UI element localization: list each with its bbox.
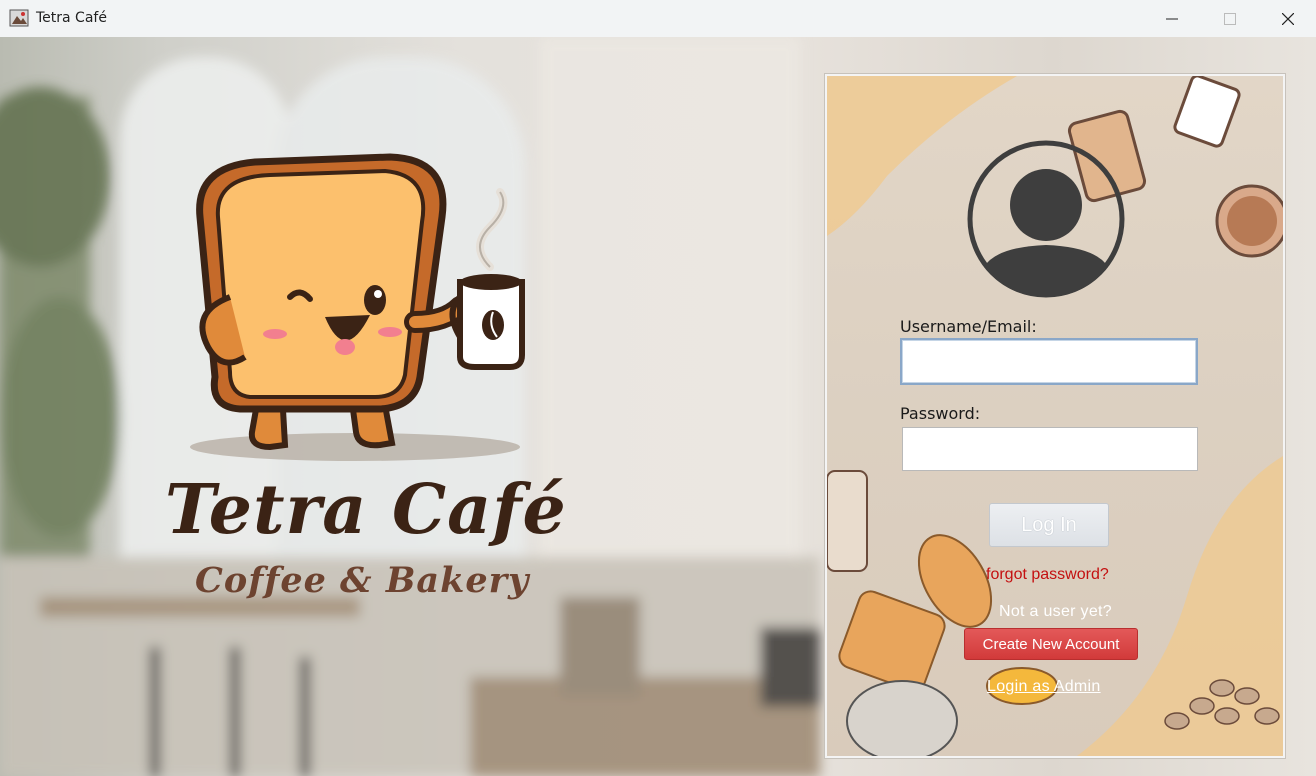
password-input[interactable] — [902, 427, 1198, 471]
maximize-button[interactable] — [1201, 0, 1259, 37]
forgot-password-link[interactable]: forgot password? — [986, 566, 1109, 584]
maximize-icon — [1224, 12, 1236, 25]
minimize-icon — [1166, 18, 1178, 19]
app-icon — [9, 9, 29, 27]
login-as-admin-link[interactable]: Login as Admin — [987, 678, 1101, 696]
create-account-button[interactable]: Create New Account — [964, 628, 1138, 660]
brand-tagline: Coffee & Bakery — [195, 560, 530, 601]
close-icon — [1282, 12, 1294, 25]
password-label: Password: — [900, 404, 981, 423]
minimize-button[interactable] — [1143, 0, 1201, 37]
not-user-text: Not a user yet? — [999, 603, 1112, 620]
brand-name: Tetra Café — [165, 470, 567, 550]
title-bar: Tetra Café — [0, 0, 1316, 38]
username-label: Username/Email: — [900, 317, 1037, 336]
username-input[interactable] — [900, 338, 1198, 385]
user-avatar-icon — [967, 140, 1125, 298]
login-button[interactable]: Log In — [989, 503, 1109, 547]
window-title: Tetra Café — [36, 10, 107, 26]
close-button[interactable] — [1259, 0, 1316, 37]
mascot-toast — [190, 153, 525, 461]
